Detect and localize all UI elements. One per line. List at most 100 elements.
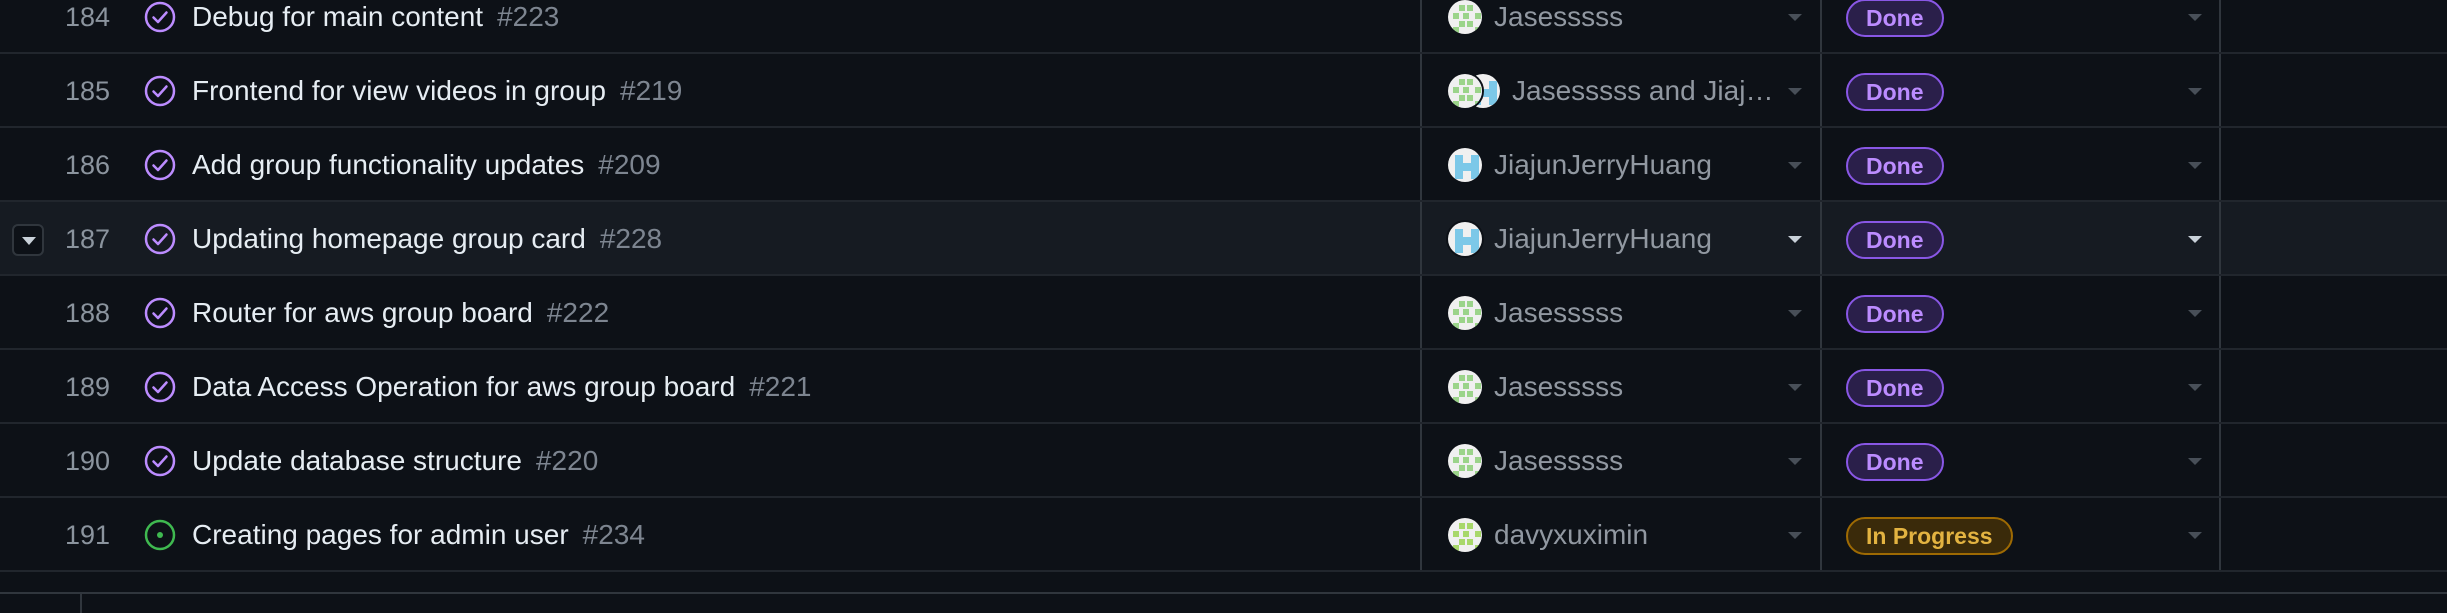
issue-number: #219 bbox=[620, 75, 683, 106]
issue-title[interactable]: Frontend for view videos in group #219 bbox=[192, 54, 682, 128]
closed-circle-check-icon bbox=[143, 296, 177, 330]
table-row[interactable]: 188 Router for aws group board #222 Jasesss… bbox=[0, 276, 2447, 350]
status-badge[interactable]: Done bbox=[1846, 221, 1944, 259]
chevron-down-icon[interactable] bbox=[2188, 310, 2202, 317]
column-divider bbox=[1420, 350, 1422, 422]
avatar bbox=[1446, 368, 1484, 406]
assignee-name: JiajunJerryHuang bbox=[1494, 149, 1712, 180]
issue-title-text[interactable]: Frontend for view videos in group bbox=[192, 75, 606, 106]
assignee-name: davyxuximin bbox=[1494, 519, 1649, 550]
assignees-cell[interactable]: JiajunJerryHuang bbox=[1446, 128, 1776, 202]
status-badge[interactable]: Done bbox=[1846, 73, 1944, 111]
column-divider bbox=[2219, 424, 2221, 496]
chevron-down-icon[interactable] bbox=[1788, 14, 1802, 21]
assignee-name: Jasesssss bbox=[1494, 297, 1624, 328]
avatar bbox=[1446, 442, 1484, 480]
column-divider bbox=[1820, 128, 1822, 200]
issue-title[interactable]: Add group functionality updates #209 bbox=[192, 128, 661, 202]
issue-title-text[interactable]: Update database structure bbox=[192, 445, 522, 476]
column-divider bbox=[1820, 276, 1822, 348]
issue-title-text[interactable]: Creating pages for admin user bbox=[192, 519, 569, 550]
chevron-down-icon[interactable] bbox=[1788, 310, 1802, 317]
status-badge[interactable]: Done bbox=[1846, 369, 1944, 407]
assignees-cell[interactable]: davyxuximin bbox=[1446, 498, 1776, 572]
closed-circle-check-icon bbox=[143, 74, 177, 108]
chevron-down-icon[interactable] bbox=[2188, 532, 2202, 539]
table-row[interactable]: 185 Frontend for view videos in group #219… bbox=[0, 54, 2447, 128]
table-row[interactable]: 191 Creating pages for admin user #234 davy… bbox=[0, 498, 2447, 572]
issue-number: #228 bbox=[599, 223, 663, 254]
column-divider bbox=[1820, 350, 1822, 422]
assignees-cell[interactable]: Jasesssss bbox=[1446, 276, 1776, 350]
column-divider bbox=[1420, 54, 1422, 126]
column-divider bbox=[2219, 350, 2221, 422]
row-number: 188 bbox=[64, 298, 110, 328]
chevron-down-icon[interactable] bbox=[1788, 162, 1802, 169]
avatar bbox=[1446, 72, 1484, 110]
closed-circle-check-icon bbox=[143, 444, 177, 478]
issue-title-text[interactable]: Data Access Operation for aws group boar… bbox=[192, 371, 735, 402]
issue-number: #223 bbox=[497, 1, 560, 32]
status-badge[interactable]: In Progress bbox=[1846, 517, 2013, 555]
avatar bbox=[1446, 146, 1484, 184]
issue-title-text[interactable]: Router for aws group board bbox=[192, 297, 533, 328]
chevron-down-icon[interactable] bbox=[2188, 384, 2202, 391]
closed-circle-check-icon bbox=[143, 222, 177, 256]
issue-title-text[interactable]: Debug for main content bbox=[192, 1, 483, 32]
chevron-down-icon[interactable] bbox=[2188, 236, 2202, 243]
chevron-down-icon[interactable] bbox=[1788, 88, 1802, 95]
row-number: 184 bbox=[64, 2, 110, 32]
column-divider bbox=[2219, 276, 2221, 348]
column-divider bbox=[1820, 424, 1822, 496]
chevron-down-icon[interactable] bbox=[1788, 236, 1802, 243]
project-table: 184 Debug for main content #223 Jasesssss Do… bbox=[0, 0, 2447, 611]
issue-title-text[interactable]: Add group functionality updates bbox=[192, 149, 584, 180]
closed-circle-check-icon bbox=[143, 148, 177, 182]
avatar bbox=[1446, 220, 1484, 258]
status-badge[interactable]: Done bbox=[1846, 147, 1944, 185]
chevron-down-icon[interactable] bbox=[1788, 458, 1802, 465]
chevron-down-icon[interactable] bbox=[2188, 458, 2202, 465]
chevron-down-icon[interactable] bbox=[1788, 384, 1802, 391]
avatar bbox=[1446, 294, 1484, 332]
table-row[interactable]: 187 Updating homepage group card #228 Jiaju… bbox=[0, 202, 2447, 276]
status-badge[interactable]: Done bbox=[1846, 0, 1944, 37]
assignees-cell[interactable]: Jasesssss and Jiajun… bbox=[1446, 54, 1782, 128]
status-badge[interactable]: Done bbox=[1846, 443, 1944, 481]
assignee-name: Jasesssss bbox=[1494, 371, 1624, 402]
row-number: 189 bbox=[64, 372, 110, 402]
assignee-name: Jasesssss bbox=[1494, 1, 1624, 32]
assignees-cell[interactable]: Jasesssss bbox=[1446, 424, 1776, 498]
issue-title[interactable]: Creating pages for admin user #234 bbox=[192, 498, 645, 572]
chevron-down-icon[interactable] bbox=[1788, 532, 1802, 539]
issue-title[interactable]: Updating homepage group card #228 bbox=[192, 202, 662, 276]
closed-circle-check-icon bbox=[143, 0, 177, 34]
issue-title[interactable]: Data Access Operation for aws group boar… bbox=[192, 350, 811, 424]
issue-number: #222 bbox=[546, 297, 610, 328]
row-number: 186 bbox=[64, 150, 110, 180]
table-row[interactable]: 190 Update database structure #220 Jasessss… bbox=[0, 424, 2447, 498]
status-badge[interactable]: Done bbox=[1846, 295, 1944, 333]
assignees-cell[interactable]: Jasesssss bbox=[1446, 0, 1776, 54]
chevron-down-icon[interactable] bbox=[2188, 14, 2202, 21]
assignees-cell[interactable]: Jasesssss bbox=[1446, 350, 1776, 424]
add-item-cell[interactable] bbox=[0, 594, 82, 613]
table-footer bbox=[0, 592, 2447, 613]
row-number: 191 bbox=[64, 520, 110, 550]
issue-title[interactable]: Debug for main content #223 bbox=[192, 0, 559, 54]
table-row[interactable]: 189 Data Access Operation for aws group b… bbox=[0, 350, 2447, 424]
table-row[interactable]: 184 Debug for main content #223 Jasesssss Do… bbox=[0, 0, 2447, 54]
column-divider bbox=[1420, 424, 1422, 496]
closed-circle-check-icon bbox=[143, 370, 177, 404]
issue-title-text[interactable]: Updating homepage group card bbox=[192, 223, 586, 254]
issue-title[interactable]: Router for aws group board #222 bbox=[192, 276, 609, 350]
assignees-cell[interactable]: JiajunJerryHuang bbox=[1446, 202, 1776, 276]
table-row[interactable]: 186 Add group functionality updates #209 Ji… bbox=[0, 128, 2447, 202]
chevron-down-icon[interactable] bbox=[2188, 162, 2202, 169]
chevron-down-icon[interactable] bbox=[2188, 88, 2202, 95]
column-divider bbox=[2219, 498, 2221, 570]
column-divider bbox=[1420, 276, 1422, 348]
row-number: 187 bbox=[64, 224, 110, 254]
open-issue-icon bbox=[143, 518, 177, 552]
issue-title[interactable]: Update database structure #220 bbox=[192, 424, 598, 498]
